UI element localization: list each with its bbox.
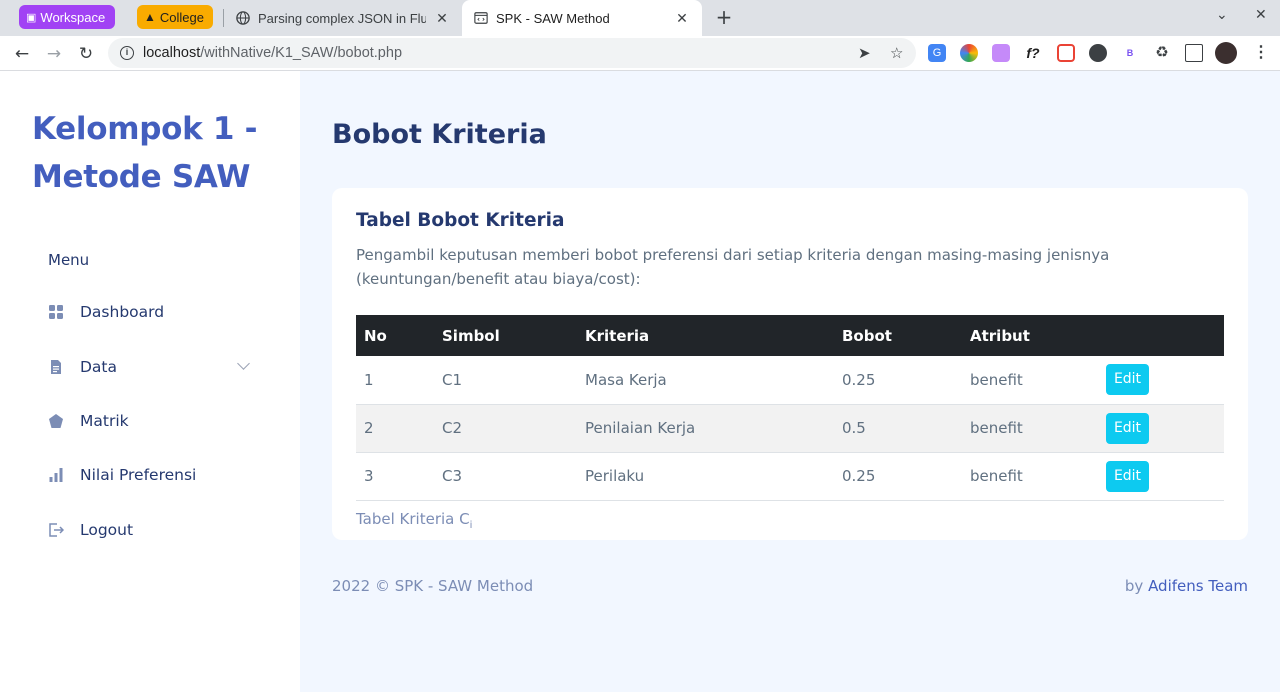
page: Kelompok 1 - Metode SAW Menu Dashboard D… [0, 71, 1280, 692]
cell-no: 3 [356, 452, 434, 501]
cell-bobot: 0.25 [834, 452, 962, 501]
sidebar-item-label: Dashboard [80, 303, 165, 321]
cell-simbol: C2 [434, 404, 577, 453]
menu-title: Menu [48, 251, 90, 269]
footer-copyright: 2022 © SPK - SAW Method [332, 577, 534, 595]
column-header-no: No [364, 326, 387, 345]
edit-button[interactable]: Edit [1106, 364, 1149, 396]
picture-in-picture-extension-icon[interactable] [1057, 44, 1075, 62]
chevron-down-icon[interactable] [237, 357, 250, 370]
address-bar[interactable]: i localhost/withNative/K1_SAW/bobot.php … [108, 38, 916, 68]
back-icon[interactable]: ← [10, 42, 34, 66]
tab-title: Parsing complex JSON in Flutt [258, 10, 426, 26]
sidebar-item-matrik[interactable]: Matrik [48, 407, 258, 435]
send-icon[interactable]: ➤ [858, 44, 871, 62]
sidebar: Kelompok 1 - Metode SAW Menu Dashboard D… [0, 71, 300, 692]
cell-atribut: benefit [962, 356, 1098, 405]
puzzle-extensions-icon[interactable]: ♻ [1153, 44, 1171, 62]
criteria-weight-card: Tabel Bobot Kriteria Pengambil keputusan… [332, 188, 1248, 540]
new-tab-button[interactable]: + [713, 6, 735, 28]
forward-icon[interactable]: → [42, 42, 66, 66]
cell-atribut: benefit [962, 452, 1098, 501]
card-title: Tabel Bobot Kriteria [356, 210, 565, 231]
brand-title[interactable]: Kelompok 1 - Metode SAW [32, 105, 282, 201]
column-header-bobot: Bobot [842, 326, 892, 345]
translate-extension-icon[interactable]: G [928, 44, 946, 62]
footer-credit: by Adifens Team [1124, 577, 1248, 595]
tab-group-workspace[interactable]: ▣ Workspace [19, 5, 115, 29]
cell-bobot: 0.25 [834, 356, 962, 405]
sidebar-item-data[interactable]: Data [48, 353, 258, 381]
edit-button[interactable]: Edit [1106, 412, 1149, 444]
cell-kriteria: Penilaian Kerja [577, 404, 834, 453]
bar-chart-icon [48, 467, 64, 483]
close-icon[interactable]: ✕ [434, 10, 450, 27]
logout-icon [48, 522, 65, 538]
grid-icon [48, 304, 64, 320]
sidebar-item-label: Nilai Preferensi [80, 466, 197, 484]
cell-action: Edit [1098, 356, 1224, 405]
close-icon[interactable]: ✕ [674, 10, 690, 27]
sidebar-item-label: Logout [80, 521, 134, 539]
sidebar-item-dashboard[interactable]: Dashboard [48, 298, 258, 326]
cell-kriteria: Perilaku [577, 452, 834, 501]
cell-kriteria: Masa Kerja [577, 356, 834, 405]
cell-no: 2 [356, 404, 434, 453]
sidebar-item-label: Matrik [80, 412, 129, 430]
main-content: Bobot Kriteria Tabel Bobot Kriteria Peng… [300, 71, 1280, 692]
info-icon[interactable]: i [120, 46, 134, 60]
tab-spk-saw[interactable]: SPK - SAW Method ✕ [462, 0, 702, 36]
code-page-icon [474, 12, 488, 24]
table-row: 3 C3 Perilaku 0.25 benefit Edit [356, 452, 1224, 501]
table-row: 1 C1 Masa Kerja 0.25 benefit Edit [356, 356, 1224, 405]
side-panel-icon[interactable] [1185, 44, 1203, 62]
cell-no: 1 [356, 356, 434, 405]
tab-title: SPK - SAW Method [496, 10, 610, 26]
table-caption: Tabel Kriteria Ci [356, 510, 473, 531]
chevron-down-icon[interactable]: ⌄ [1216, 7, 1228, 23]
url-text[interactable]: localhost/withNative/K1_SAW/bobot.php [143, 45, 402, 61]
browser-tab-bar: ▣ Workspace ▲ College Parsing complex JS… [0, 0, 1280, 36]
page-title: Bobot Kriteria [332, 119, 547, 150]
color-picker-extension-icon[interactable] [960, 44, 978, 62]
edit-button[interactable]: Edit [1106, 460, 1149, 492]
sidebar-item-label: Data [80, 358, 118, 376]
graduation-cap-icon: ▲ [144, 10, 156, 24]
tab-parsing-json[interactable]: Parsing complex JSON in Flutt ✕ [224, 0, 462, 36]
sidebar-item-nilai-preferensi[interactable]: Nilai Preferensi [48, 461, 258, 489]
cell-atribut: benefit [962, 404, 1098, 453]
cell-bobot: 0.5 [834, 404, 962, 453]
reload-icon[interactable]: ↻ [74, 42, 98, 66]
close-window-icon[interactable]: ✕ [1255, 7, 1267, 23]
formula-extension-icon[interactable]: f? [1024, 44, 1042, 62]
pencil-extension-icon[interactable] [992, 44, 1010, 62]
column-header-atribut: Atribut [970, 326, 1030, 345]
avatar[interactable] [1215, 42, 1237, 64]
browser-toolbar: ← → ↻ i localhost/withNative/K1_SAW/bobo… [0, 36, 1280, 71]
tab-group-label: College [159, 9, 204, 25]
globe-icon [236, 11, 250, 25]
cell-action: Edit [1098, 404, 1224, 453]
cursor-extension-icon[interactable] [1089, 44, 1107, 62]
star-icon[interactable]: ☆ [890, 44, 903, 62]
column-header-kriteria: Kriteria [585, 326, 650, 345]
column-header-simbol: Simbol [442, 326, 500, 345]
cell-action: Edit [1098, 452, 1224, 501]
table-header-row: No Simbol Kriteria Bobot Atribut [356, 315, 1224, 356]
cell-simbol: C3 [434, 452, 577, 501]
card-description: Pengambil keputusan memberi bobot prefer… [356, 246, 1110, 288]
team-link[interactable]: Adifens Team [1148, 577, 1248, 595]
criteria-weight-table: No Simbol Kriteria Bobot Atribut 1 C1 Ma… [356, 315, 1224, 501]
laptop-icon: ▣ [26, 11, 37, 24]
column-header-action [1098, 315, 1224, 356]
sidebar-item-logout[interactable]: Logout [48, 516, 258, 544]
table-row: 2 C2 Penilaian Kerja 0.5 benefit Edit [356, 404, 1224, 453]
tab-group-label: Workspace [40, 9, 106, 25]
cell-simbol: C1 [434, 356, 577, 405]
menu-kebab-icon[interactable]: ⋮ [1252, 44, 1270, 62]
pentagon-icon [48, 413, 64, 429]
file-icon [48, 359, 64, 375]
bootstrap-extension-icon[interactable]: B [1121, 44, 1139, 62]
tab-group-college[interactable]: ▲ College [137, 5, 213, 29]
